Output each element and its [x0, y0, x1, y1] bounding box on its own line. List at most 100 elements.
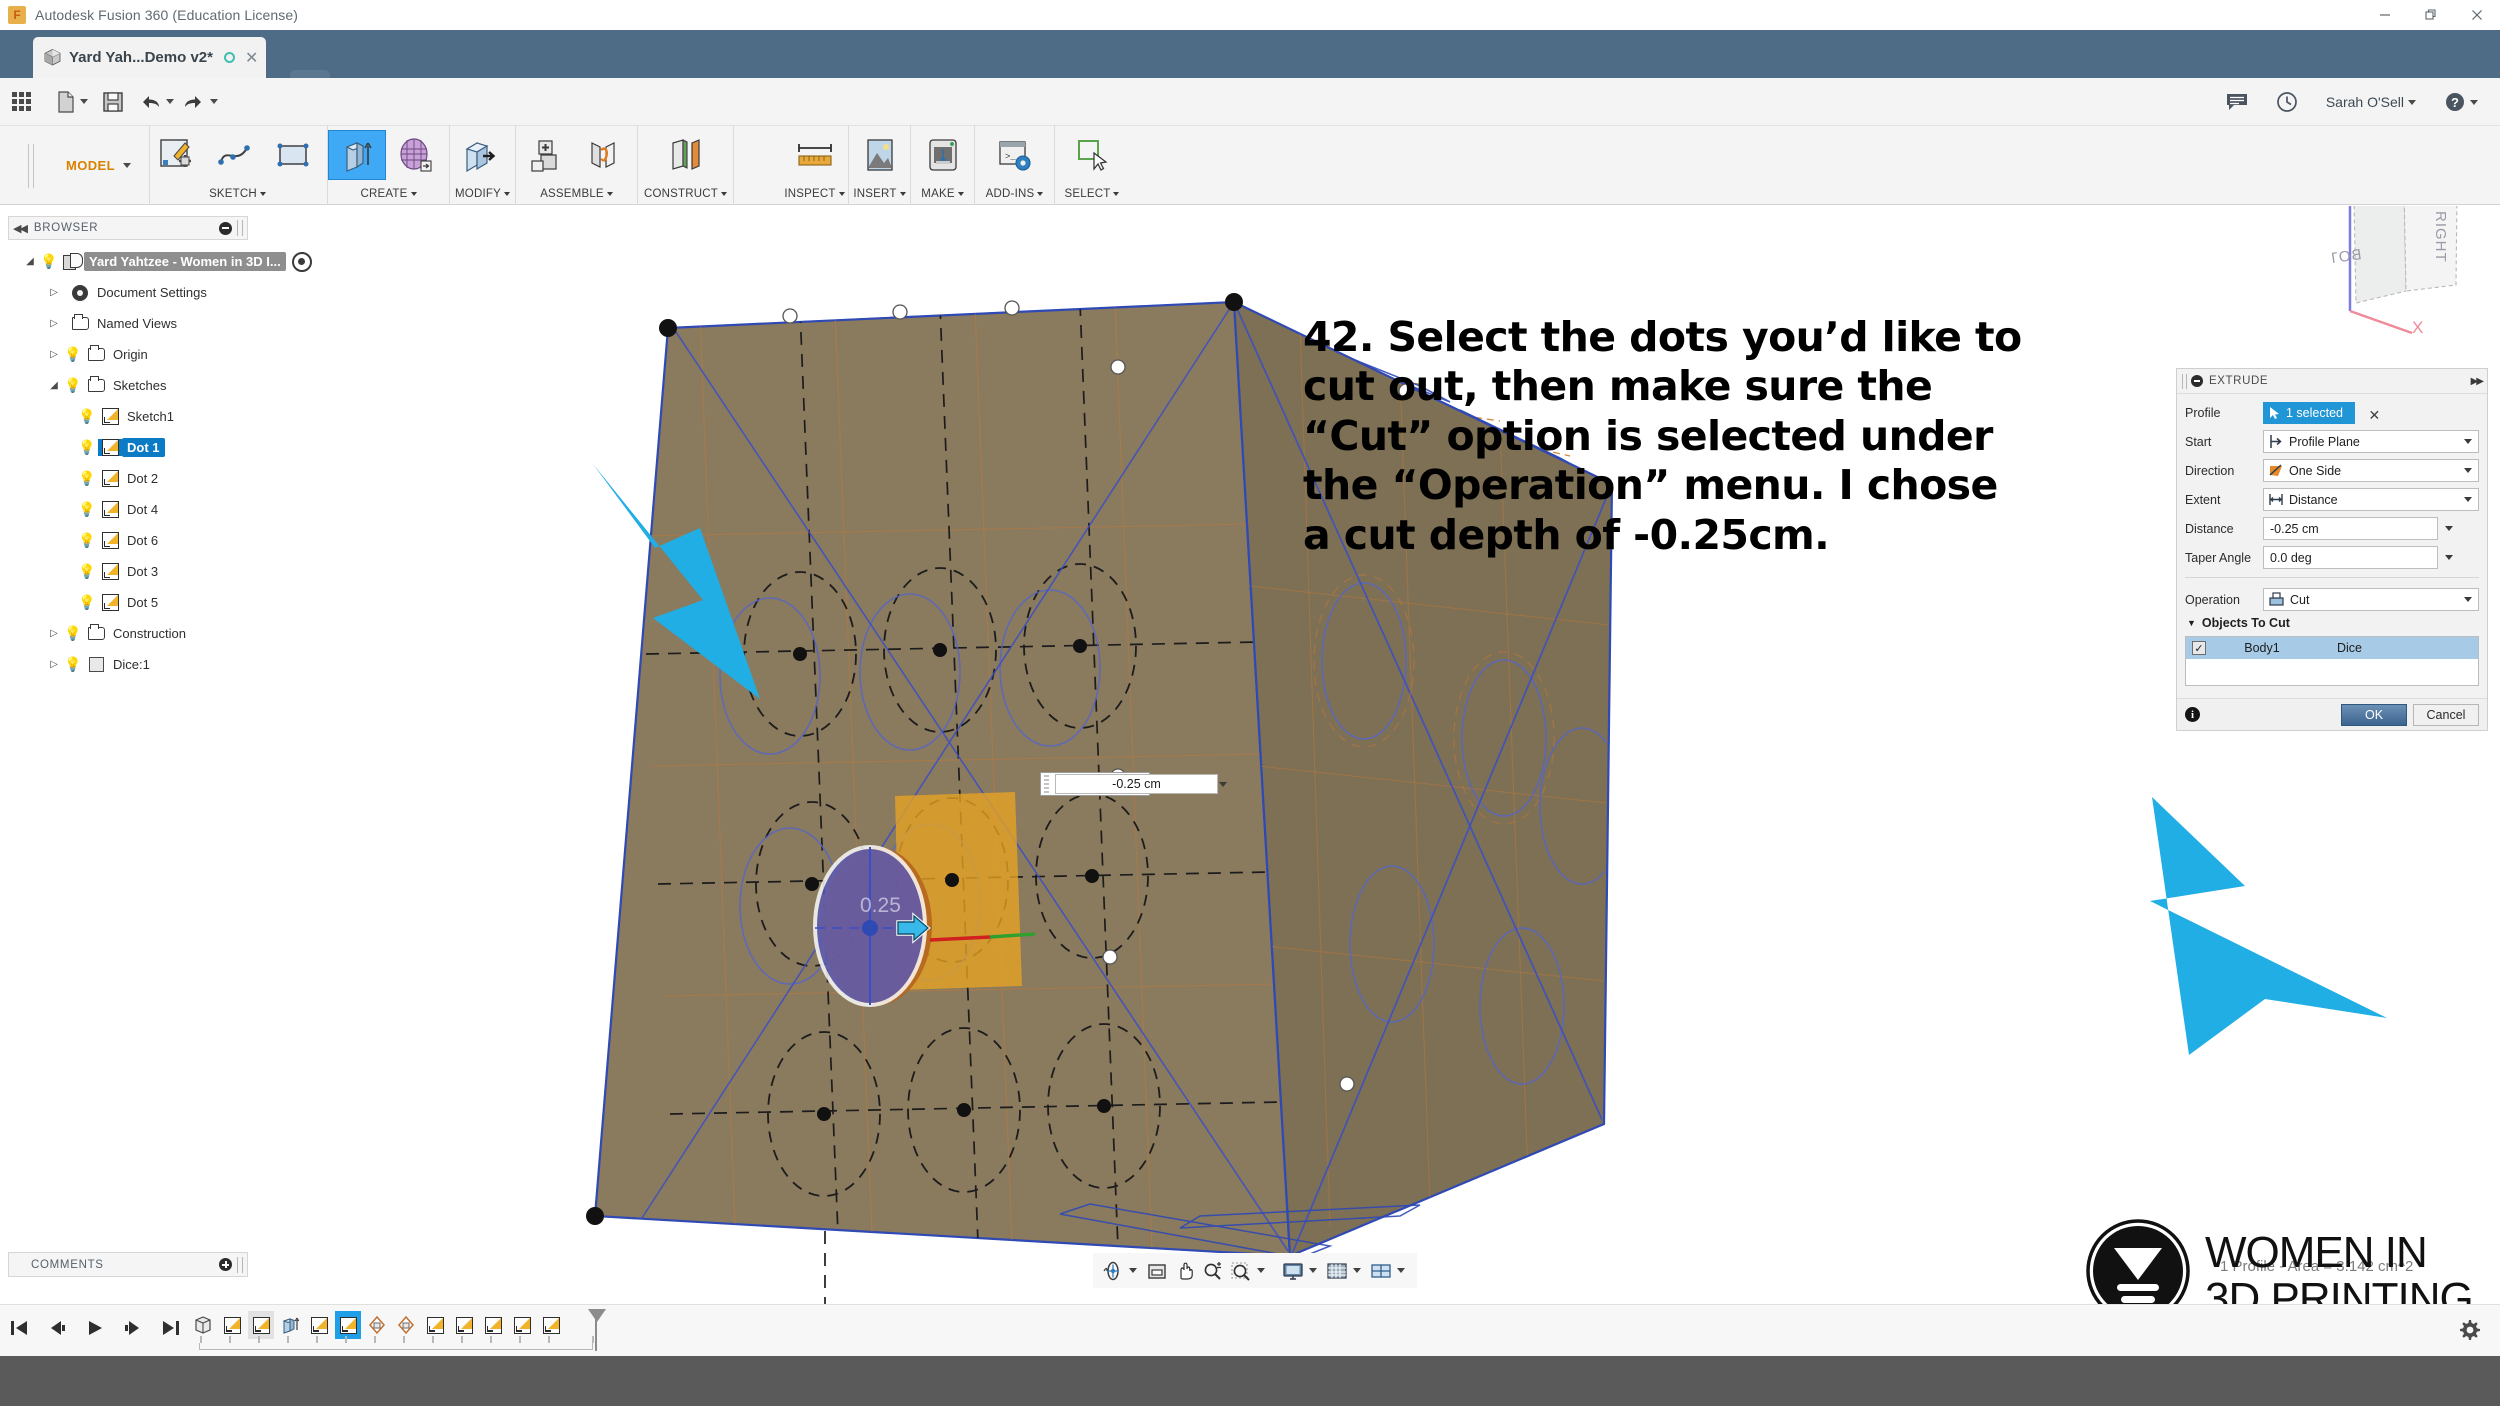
timeline-feature-sketch[interactable] — [480, 1311, 506, 1339]
visibility-bulb-icon[interactable]: 💡 — [62, 656, 84, 673]
expand-triangle-icon[interactable]: ▷ — [46, 659, 62, 670]
table-row[interactable]: ✓ Body1 Dice — [2186, 637, 2478, 659]
account-menu[interactable]: Sarah O'Sell — [2312, 78, 2430, 126]
visibility-bulb-icon[interactable]: 💡 — [62, 377, 84, 394]
chevron-down-icon[interactable] — [1309, 1268, 1317, 1273]
create-sketch-button[interactable] — [148, 130, 206, 180]
grid-snaps-button[interactable] — [1324, 1257, 1350, 1285]
timeline-feature-fillet[interactable] — [364, 1311, 390, 1339]
clear-selection-icon[interactable]: ✕ — [2368, 407, 2380, 423]
profile-selection-button[interactable]: 1 selected — [2263, 401, 2355, 424]
tree-item-dot-6[interactable]: 💡 Dot 6 — [8, 525, 408, 556]
ribbon-group-make-label[interactable]: MAKE — [911, 188, 974, 200]
create-rectangle-button[interactable] — [264, 130, 322, 180]
visibility-bulb-icon[interactable]: 💡 — [76, 439, 98, 456]
timeline-feature-sketch[interactable] — [248, 1311, 274, 1339]
pan-button[interactable] — [1172, 1257, 1198, 1285]
tree-item-dot-2[interactable]: 💡 Dot 2 — [8, 463, 408, 494]
create-form-button[interactable] — [386, 130, 444, 180]
extrude-dialog-header[interactable]: EXTRUDE ▶▶ — [2177, 369, 2487, 394]
tree-item-sketches[interactable]: ◢ 💡 Sketches — [8, 370, 408, 401]
visibility-bulb-icon[interactable]: 💡 — [62, 346, 84, 363]
save-button[interactable] — [102, 78, 124, 126]
show-data-panel-button[interactable] — [0, 78, 42, 126]
timeline-feature-current-sketch[interactable] — [335, 1311, 361, 1339]
tree-item-dot-1[interactable]: 💡 Dot 1 — [8, 432, 408, 463]
timeline-settings-button[interactable] — [2456, 1317, 2482, 1348]
timeline-end-marker-stem[interactable] — [595, 1309, 597, 1351]
measure-button[interactable] — [786, 130, 844, 180]
tree-item-dot-4[interactable]: 💡 Dot 4 — [8, 494, 408, 525]
ribbon-group-select-label[interactable]: SELECT — [1055, 188, 1129, 200]
expand-triangle-icon[interactable]: ◢ — [46, 380, 62, 391]
create-spline-button[interactable] — [206, 130, 264, 180]
field-grip[interactable] — [1041, 773, 1054, 795]
direction-combo[interactable]: One Side — [2263, 459, 2479, 482]
chevron-down-icon[interactable] — [1397, 1268, 1405, 1273]
plus-circle-icon[interactable] — [219, 1258, 232, 1271]
close-button[interactable] — [2454, 0, 2500, 30]
tree-item-origin[interactable]: ▷ 💡 Origin — [8, 339, 408, 370]
visibility-bulb-icon[interactable]: 💡 — [76, 594, 98, 611]
minus-circle-icon[interactable] — [219, 221, 232, 235]
timeline-feature-sketch[interactable] — [422, 1311, 448, 1339]
tree-item-root-component[interactable]: ◢ 💡 Yard Yahtzee - Women in 3D I... — [8, 246, 408, 277]
expand-triangle-icon[interactable]: ▷ — [46, 318, 62, 329]
orbit-button[interactable] — [1100, 1257, 1126, 1285]
undo-button[interactable] — [138, 78, 174, 126]
ribbon-group-sketch-label[interactable]: SKETCH — [148, 188, 327, 200]
tree-item-sketch1[interactable]: 💡 Sketch1 — [8, 401, 408, 432]
select-button[interactable] — [1063, 130, 1121, 180]
insert-button[interactable] — [851, 130, 909, 180]
press-pull-button[interactable] — [450, 130, 508, 180]
visibility-bulb-icon[interactable]: 💡 — [76, 501, 98, 518]
ribbon-group-assemble-label[interactable]: ASSEMBLE — [516, 188, 637, 200]
expand-triangle-icon[interactable]: ▷ — [46, 287, 62, 298]
panel-grip[interactable] — [237, 1256, 243, 1273]
chevron-down-icon[interactable] — [2464, 439, 2472, 444]
tree-item-named-views[interactable]: ▷ Named Views — [8, 308, 408, 339]
eye-visibility-icon[interactable] — [291, 251, 312, 272]
timeline-feature-fillet[interactable] — [393, 1311, 419, 1339]
visibility-bulb-icon[interactable]: 💡 — [76, 563, 98, 580]
visibility-bulb-icon[interactable]: 💡 — [76, 408, 98, 425]
extrude-button[interactable] — [328, 130, 386, 180]
go-to-end-button[interactable] — [160, 1313, 182, 1343]
restore-button[interactable] — [2408, 0, 2454, 30]
chevron-down-icon[interactable] — [1353, 1268, 1361, 1273]
taper-angle-input[interactable] — [2263, 546, 2438, 569]
double-chevron-left-icon[interactable]: ◀◀ — [13, 222, 28, 235]
minimize-button[interactable] — [2362, 0, 2408, 30]
comments-button[interactable] — [2212, 78, 2262, 126]
canvas-distance-field[interactable] — [1040, 772, 1227, 796]
timeline-feature-sketch[interactable] — [219, 1311, 245, 1339]
play-button[interactable] — [84, 1313, 106, 1343]
chevron-down-icon[interactable] — [2445, 555, 2453, 560]
new-component-button[interactable] — [516, 130, 574, 180]
zoom-button[interactable] — [1200, 1257, 1226, 1285]
minus-circle-icon[interactable] — [2191, 375, 2203, 387]
distance-input[interactable] — [2263, 517, 2438, 540]
ribbon-group-insert-label[interactable]: INSERT — [849, 188, 910, 200]
tree-item-dot-3[interactable]: 💡 Dot 3 — [8, 556, 408, 587]
expand-triangle-icon[interactable]: ◢ — [22, 256, 38, 267]
chevron-down-icon[interactable] — [1129, 1268, 1137, 1273]
chevron-down-icon[interactable] — [1257, 1268, 1265, 1273]
double-chevron-right-icon[interactable]: ▶▶ — [2471, 376, 2484, 387]
file-menu-button[interactable] — [56, 78, 88, 126]
timeline-feature-extrude[interactable] — [277, 1311, 303, 1339]
viewports-button[interactable] — [1368, 1257, 1394, 1285]
tree-item-dot-5[interactable]: 💡 Dot 5 — [8, 587, 408, 618]
chevron-down-icon[interactable] — [2464, 597, 2472, 602]
start-combo[interactable]: Profile Plane — [2263, 430, 2479, 453]
timeline-end-marker[interactable] — [588, 1309, 606, 1322]
workspace-selector[interactable]: MODEL — [48, 126, 150, 205]
ribbon-group-addins-label[interactable]: ADD-INS — [975, 188, 1054, 200]
ribbon-group-inspect-label[interactable]: INSPECT — [781, 188, 848, 200]
joint-button[interactable] — [574, 130, 632, 180]
chevron-down-icon[interactable] — [2464, 468, 2472, 473]
timeline-feature-sketch[interactable] — [451, 1311, 477, 1339]
visibility-bulb-icon[interactable]: 💡 — [62, 625, 84, 642]
timeline-feature-body[interactable] — [190, 1311, 216, 1339]
addins-button[interactable]: >_ — [986, 130, 1044, 180]
